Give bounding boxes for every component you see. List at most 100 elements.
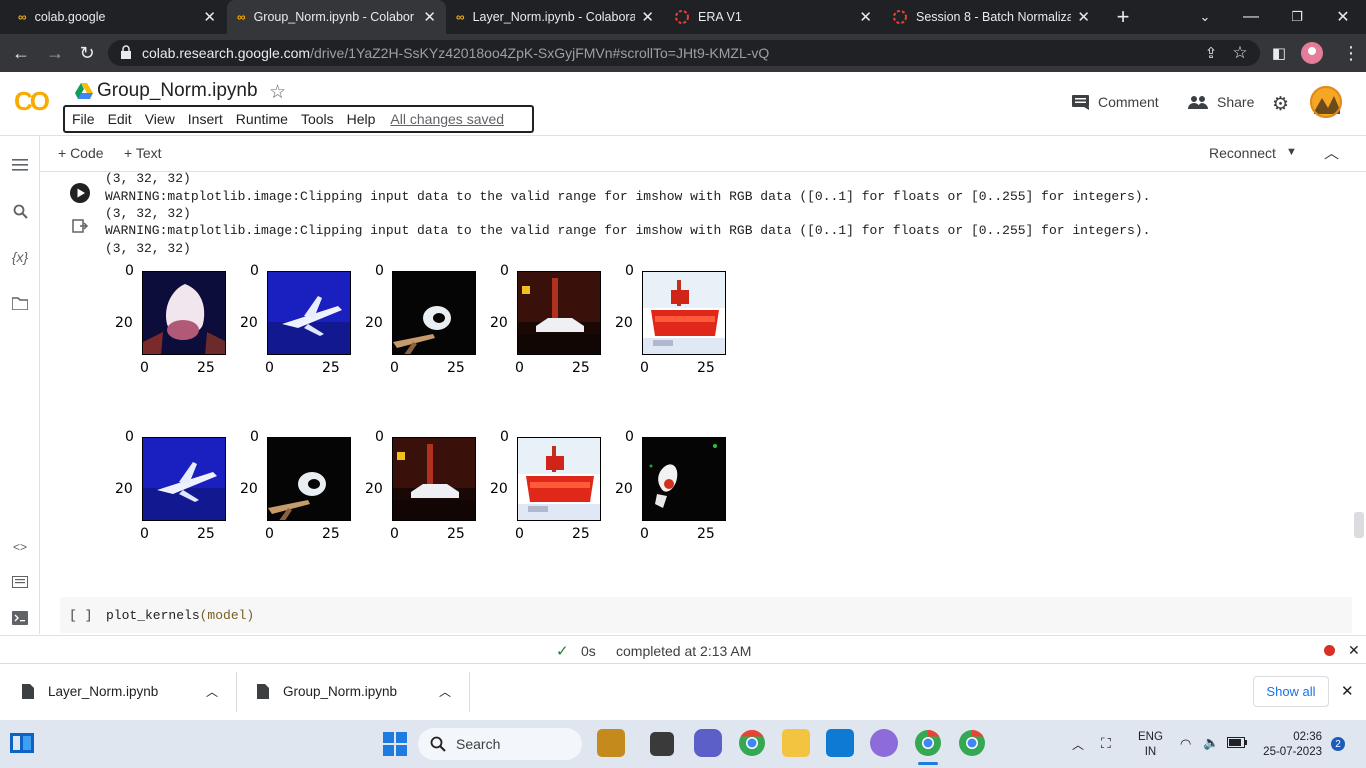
restore-button[interactable]: ❐ bbox=[1274, 0, 1320, 34]
subplot-ship-image bbox=[517, 437, 601, 521]
run-cell-button[interactable] bbox=[70, 183, 90, 203]
side-panel-icon[interactable]: ◧ bbox=[1264, 38, 1294, 68]
app-icon[interactable] bbox=[870, 729, 898, 757]
terminal-icon[interactable] bbox=[10, 608, 30, 628]
chevron-up-icon[interactable]: ︿ bbox=[439, 683, 451, 700]
subplot-horse-image bbox=[642, 437, 726, 521]
save-status[interactable]: All changes saved bbox=[390, 111, 504, 127]
add-code-button[interactable]: + Code bbox=[58, 145, 104, 161]
chrome-app-icon[interactable] bbox=[738, 729, 766, 757]
code-snippets-icon[interactable]: <> bbox=[10, 537, 30, 557]
menu-help[interactable]: Help bbox=[347, 111, 376, 127]
account-avatar[interactable] bbox=[1310, 86, 1342, 118]
browser-menu-icon[interactable]: ⋮ bbox=[1336, 38, 1366, 68]
share-page-icon[interactable]: ⇪ bbox=[1196, 38, 1226, 68]
notebook-title[interactable]: Group_Norm.ipynb bbox=[97, 80, 258, 102]
forward-button[interactable]: → bbox=[40, 38, 70, 68]
command-palette-icon[interactable] bbox=[10, 572, 30, 592]
new-tab-button[interactable]: + bbox=[1100, 0, 1146, 34]
subplot-airplane-image bbox=[267, 271, 351, 355]
task-view-icon[interactable] bbox=[650, 732, 674, 756]
completed-status[interactable]: completed at 2:13 AM bbox=[616, 643, 751, 659]
y-tick-label: 20 bbox=[115, 481, 133, 497]
teams-chat-icon[interactable] bbox=[694, 729, 722, 757]
search-icon[interactable] bbox=[10, 201, 30, 221]
colab-logo[interactable]: CO bbox=[14, 86, 50, 117]
volume-icon[interactable]: 🔈 bbox=[1203, 735, 1219, 751]
settings-gear-icon[interactable]: ⚙ bbox=[1272, 93, 1289, 116]
y-tick-label: 20 bbox=[240, 315, 258, 331]
collapse-chevron-icon[interactable]: ︿ bbox=[1324, 142, 1339, 163]
taskbar-search[interactable]: Search bbox=[418, 728, 582, 760]
notebook-scrollbar[interactable] bbox=[1354, 512, 1364, 538]
share-button[interactable]: Share bbox=[1188, 94, 1254, 110]
bookmark-star-icon[interactable]: ☆ bbox=[1225, 38, 1255, 68]
close-tab-icon[interactable]: ✕ bbox=[203, 8, 216, 26]
reconnect-button[interactable]: Reconnect bbox=[1209, 145, 1276, 161]
files-folder-icon[interactable] bbox=[10, 293, 30, 313]
tab-era-v1[interactable]: ERA V1 ✕ bbox=[664, 0, 882, 34]
runtime-dropdown-icon[interactable]: ▼ bbox=[1286, 146, 1297, 158]
vscode-icon[interactable] bbox=[826, 729, 854, 757]
file-explorer-icon[interactable] bbox=[782, 729, 810, 757]
windows-start-icon[interactable] bbox=[383, 732, 407, 756]
close-tab-icon[interactable]: ✕ bbox=[423, 8, 436, 26]
back-button[interactable]: ← bbox=[6, 38, 36, 68]
x-tick-label: 25 bbox=[447, 526, 465, 542]
y-tick-label: 20 bbox=[240, 481, 258, 497]
download-item[interactable]: Group_Norm.ipynb ︿ bbox=[237, 663, 469, 720]
menu-runtime[interactable]: Runtime bbox=[236, 111, 288, 127]
clock[interactable]: 02:36 25-07-2023 bbox=[1260, 730, 1322, 760]
reload-button[interactable]: ↻ bbox=[72, 38, 102, 68]
add-text-button[interactable]: + Text bbox=[124, 145, 162, 161]
widgets-icon[interactable] bbox=[10, 733, 34, 753]
close-window-button[interactable]: ✕ bbox=[1320, 0, 1366, 34]
x-tick-label: 25 bbox=[697, 526, 715, 542]
chrome-profile-app-icon[interactable] bbox=[958, 729, 986, 757]
download-item[interactable]: Layer_Norm.ipynb ︿ bbox=[0, 663, 236, 720]
battery-icon[interactable] bbox=[1227, 737, 1247, 748]
minimize-button[interactable]: — bbox=[1228, 0, 1274, 34]
notification-badge[interactable]: 2 bbox=[1331, 737, 1345, 751]
tab-group-norm[interactable]: ∞ Group_Norm.ipynb - Colabor ✕ bbox=[227, 0, 446, 34]
close-tab-icon[interactable]: ✕ bbox=[641, 8, 654, 26]
show-all-downloads-button[interactable]: Show all bbox=[1253, 676, 1329, 707]
menu-edit[interactable]: Edit bbox=[108, 111, 132, 127]
wifi-icon[interactable]: ◠ bbox=[1180, 736, 1191, 752]
y-tick-label: 20 bbox=[365, 481, 383, 497]
chrome-profile-app-icon[interactable] bbox=[914, 729, 942, 757]
chevron-up-icon[interactable]: ︿ bbox=[206, 683, 218, 700]
menu-view[interactable]: View bbox=[145, 111, 175, 127]
menu-insert[interactable]: Insert bbox=[188, 111, 223, 127]
address-bar[interactable]: colab.research.google.com/drive/1YaZ2H-S… bbox=[108, 40, 1260, 66]
tray-chevron-icon[interactable]: ︿ bbox=[1072, 736, 1084, 753]
star-notebook-icon[interactable]: ☆ bbox=[269, 81, 286, 104]
menu-tools[interactable]: Tools bbox=[301, 111, 334, 127]
subplot-bird-image bbox=[392, 271, 476, 355]
menu-file[interactable]: File bbox=[72, 111, 95, 127]
profile-avatar[interactable] bbox=[1297, 38, 1327, 68]
airplane-image bbox=[143, 438, 225, 520]
briefcase-app-icon[interactable] bbox=[597, 729, 625, 757]
subplot-ship-image bbox=[642, 271, 726, 355]
tab-colab-google[interactable]: ∞ colab.google ✕ bbox=[8, 0, 226, 34]
comment-button[interactable]: Comment bbox=[1072, 94, 1159, 110]
code-text[interactable]: plot_kernels(model) bbox=[106, 608, 254, 623]
output-actions-icon[interactable] bbox=[72, 218, 88, 234]
tab-search-chevron-icon[interactable]: ⌄ bbox=[1182, 0, 1228, 34]
tab-session-8[interactable]: Session 8 - Batch Normalizat ✕ bbox=[882, 0, 1100, 34]
close-downloads-icon[interactable]: ✕ bbox=[1341, 682, 1354, 700]
close-tab-icon[interactable]: ✕ bbox=[859, 8, 872, 26]
close-status-icon[interactable]: ✕ bbox=[1348, 642, 1360, 659]
menu-bar: File Edit View Insert Runtime Tools Help… bbox=[63, 105, 534, 133]
variables-icon[interactable]: {x} bbox=[10, 247, 30, 267]
tab-layer-norm[interactable]: ∞ Layer_Norm.ipynb - Colabora ✕ bbox=[446, 0, 664, 34]
table-of-contents-icon[interactable] bbox=[10, 155, 30, 175]
vpn-tray-icon[interactable]: ⛶ bbox=[1101, 735, 1111, 752]
cell-execution-bracket[interactable]: [ ] bbox=[69, 608, 92, 623]
y-tick-label: 0 bbox=[250, 263, 259, 279]
checkmark-icon: ✓ bbox=[556, 643, 569, 660]
language-indicator[interactable]: ENG IN bbox=[1138, 730, 1163, 760]
x-tick-label: 0 bbox=[390, 360, 399, 376]
close-tab-icon[interactable]: ✕ bbox=[1077, 8, 1090, 26]
